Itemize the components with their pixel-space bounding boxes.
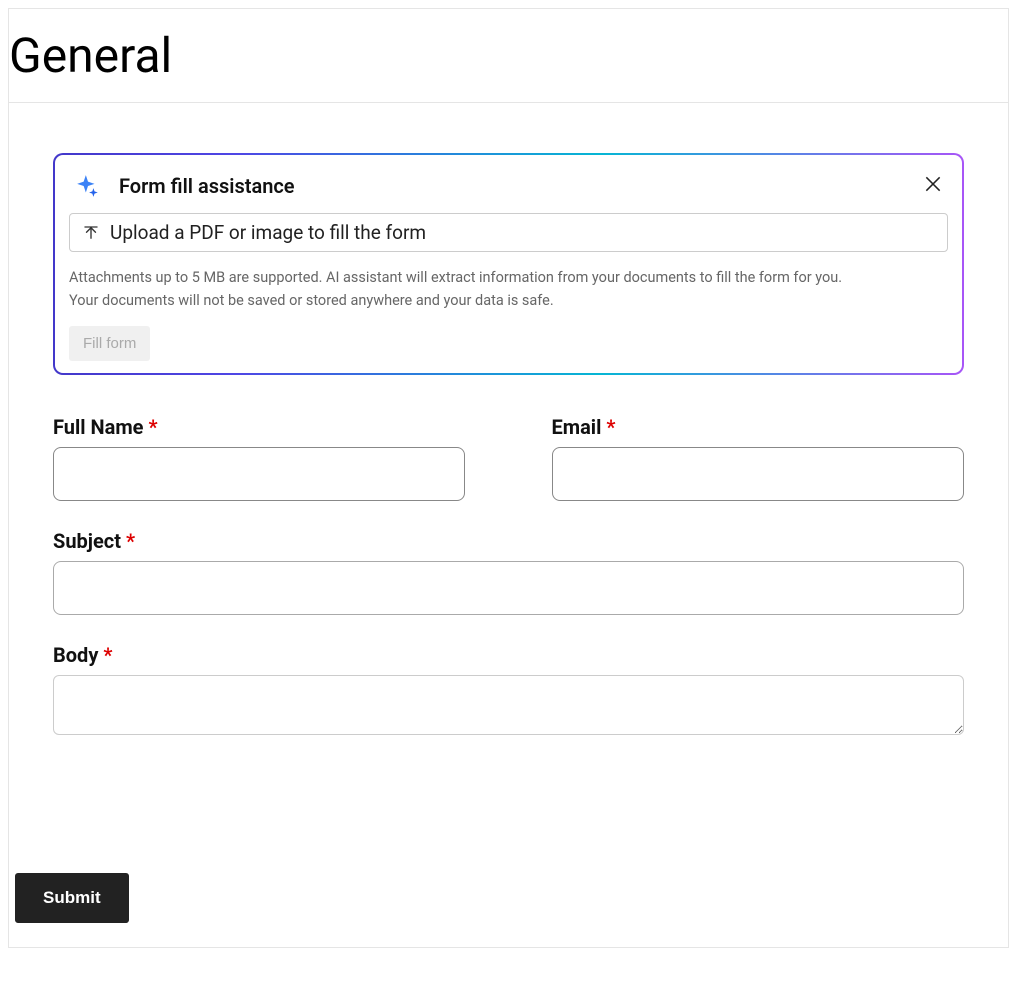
required-marker: * [103,643,112,667]
page-title: General [9,9,1008,103]
helper-line-1: Attachments up to 5 MB are supported. AI… [69,266,948,289]
content-area: Form fill assistance Upload a PDF or ima… [9,103,1008,755]
subject-label: Subject * [53,529,964,553]
email-label-text: Email [552,415,602,439]
helper-line-2: Your documents will not be saved or stor… [69,289,948,312]
body-textarea[interactable] [53,675,964,735]
body-field: Body * [53,643,964,735]
full-name-label: Full Name * [53,415,466,439]
required-marker: * [126,529,135,553]
fill-form-button[interactable]: Fill form [69,326,150,361]
assistance-header: Form fill assistance [69,173,948,199]
email-label: Email * [552,415,965,439]
assistance-inner: Form fill assistance Upload a PDF or ima… [55,155,962,373]
full-name-input[interactable] [53,447,465,501]
email-field: Email * [552,415,965,501]
body-label: Body * [53,643,964,667]
form-fields: Full Name * Email * Subject * [53,415,964,735]
upload-prompt-text: Upload a PDF or image to fill the form [110,221,426,244]
submit-area: Submit [9,873,135,923]
subject-field: Subject * [53,529,964,615]
email-input[interactable] [552,447,965,501]
assistance-helper-text: Attachments up to 5 MB are supported. AI… [69,266,948,312]
full-name-field: Full Name * [53,415,466,501]
body-label-text: Body [53,643,98,667]
full-name-label-text: Full Name [53,415,143,439]
subject-label-text: Subject [53,529,121,553]
close-button[interactable] [922,173,944,195]
page-container: General Form fill assistance [8,8,1009,948]
upload-icon [82,224,100,242]
close-icon [923,174,943,194]
sparkle-icon [75,173,101,199]
upload-file-button[interactable]: Upload a PDF or image to fill the form [69,213,948,252]
assistance-title: Form fill assistance [119,174,295,198]
required-marker: * [606,415,615,439]
form-fill-assistance-panel: Form fill assistance Upload a PDF or ima… [53,153,964,375]
subject-input[interactable] [53,561,964,615]
submit-button[interactable]: Submit [15,873,129,923]
required-marker: * [148,415,157,439]
